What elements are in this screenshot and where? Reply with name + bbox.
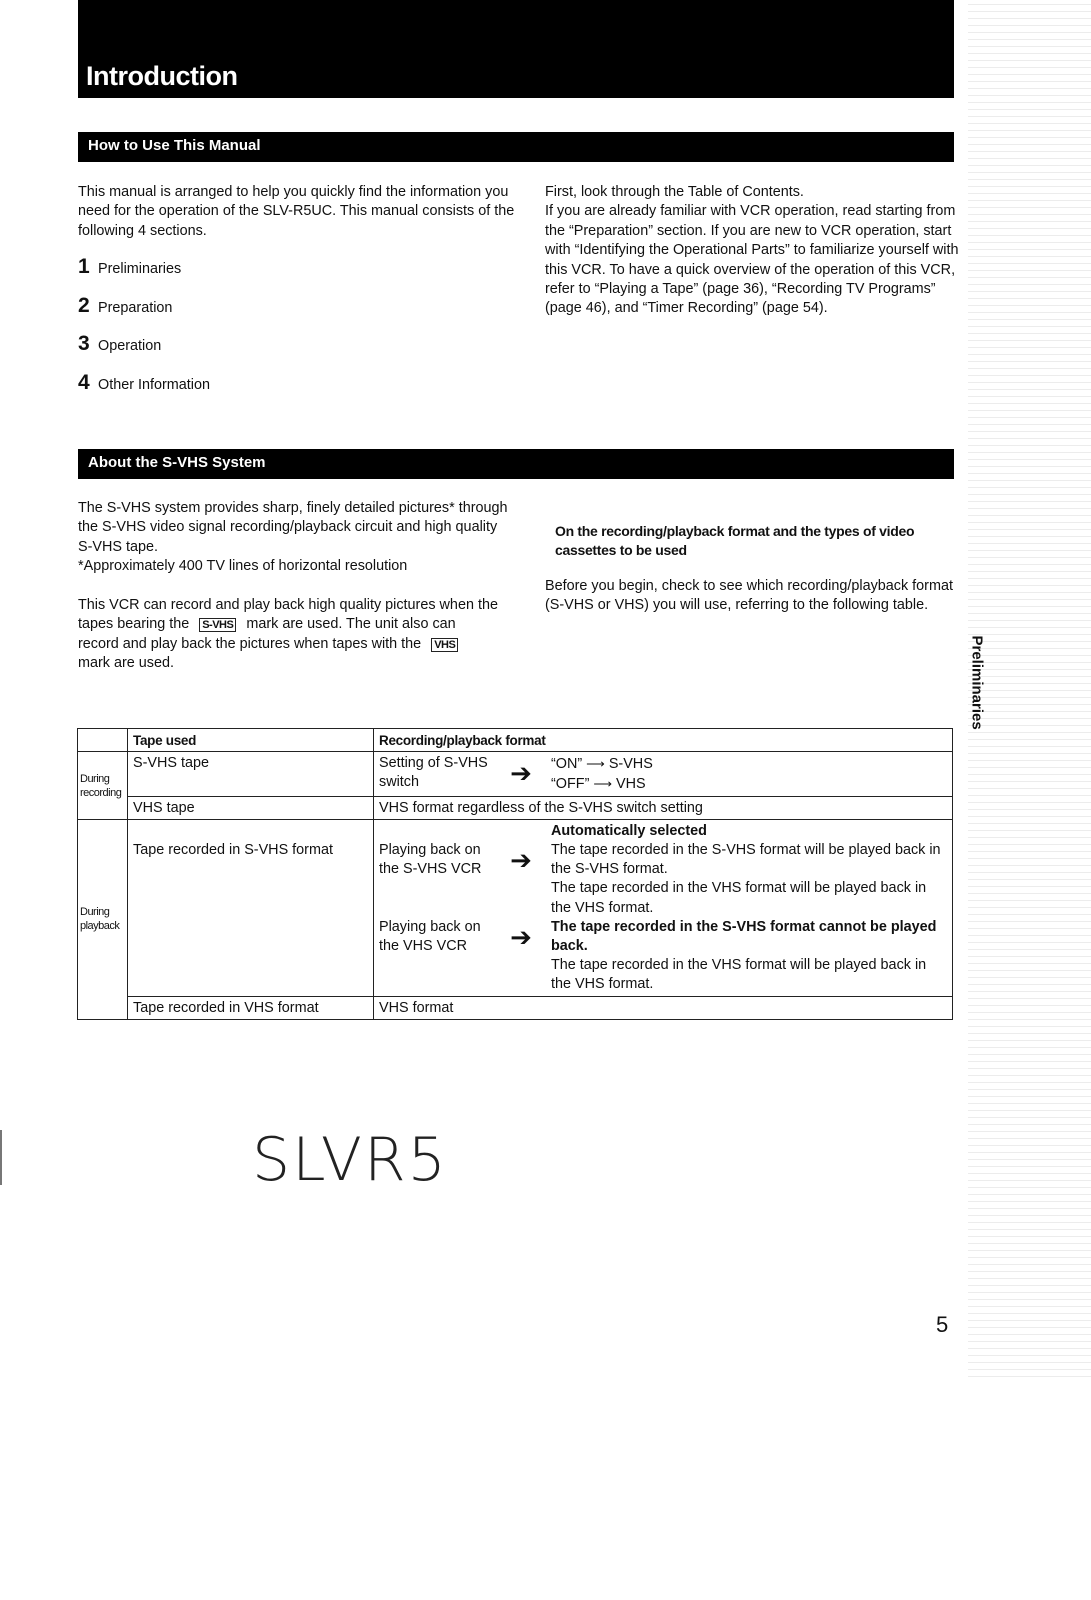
text-segment: mark are used. <box>78 655 174 672</box>
result-text: The tape recorded in the VHS format will… <box>551 957 927 993</box>
auto-selected-label: Automatically selected <box>551 822 707 839</box>
page-number: 5 <box>936 1312 949 1337</box>
handwritten-note: SLVR5 <box>252 1125 448 1195</box>
format-cell: Setting of S-VHS switch ➔ “ON” ⟶ S-VHS “OF… <box>373 751 953 797</box>
table-row: During playback Tape recorded in S-VHS f… <box>77 818 953 1020</box>
table-header-row: Tape used Recording/playback format <box>77 727 953 753</box>
tape-cell: S-VHS tape <box>127 751 374 797</box>
table-row: Tape recorded in VHS format VHS format <box>78 995 953 1020</box>
side-tab-label: Preliminaries <box>968 635 986 730</box>
title-band: Introduction <box>78 0 954 98</box>
section-name: Operation <box>98 338 162 355</box>
arrow-right-icon: ➔ <box>510 921 532 952</box>
section-number: 2 <box>78 293 90 317</box>
guidance-paragraph: First, look through the Table of Content… <box>545 184 959 317</box>
list-item: 1 Preliminaries <box>78 255 210 294</box>
footnote: *Approximately 400 TV lines of horizonta… <box>78 558 408 575</box>
tape-cell: Tape recorded in VHS format <box>127 995 374 1020</box>
side-tab-preliminaries: Preliminaries <box>962 635 986 748</box>
vhs-logo-text: VHS <box>434 638 456 651</box>
page-title: Introduction <box>86 61 238 91</box>
intro-paragraph: This manual is arranged to help you quic… <box>78 184 515 239</box>
header-format: Recording/playback format <box>373 727 953 753</box>
tape-cell: VHS tape <box>127 795 374 820</box>
format-cell: VHS format regardless of the S-VHS switc… <box>373 795 953 820</box>
before-you-begin-paragraph: Before you begin, check to see which rec… <box>545 578 953 614</box>
arrow-small-icon: ⟶ <box>586 756 605 772</box>
format-table: Tape used Recording/playback format Duri… <box>77 727 953 1020</box>
on-result: S-VHS <box>608 756 653 773</box>
tape-cell: Tape recorded in S-VHS format <box>127 818 374 997</box>
table-row: VHS tape VHS format regardless of the S-… <box>78 795 953 820</box>
section-number: 1 <box>78 255 90 278</box>
list-item: 4 Other Information <box>78 371 210 410</box>
svhs-paragraph: The S-VHS system provides sharp, finely … <box>78 499 508 577</box>
svhs-description: The S-VHS system provides sharp, finely … <box>78 500 508 555</box>
on-label: “ON” <box>551 756 583 773</box>
section-heading: About the S-VHS System <box>88 454 266 471</box>
group-label-playback: During playback <box>77 818 128 1020</box>
header-empty-cell <box>77 727 128 753</box>
table-row: During recording S-VHS tape Setting of S… <box>77 751 953 820</box>
format-cell: VHS format <box>373 995 953 1020</box>
vhs-vcr-results: The tape recorded in the S-VHS format ca… <box>551 918 947 995</box>
result-text: The tape recorded in the VHS format will… <box>551 880 927 916</box>
svhs-logo-mark: S-VHS <box>199 618 237 633</box>
section-name: Preliminaries <box>98 261 182 277</box>
svhs-logo-text: S-VHS <box>202 619 234 632</box>
list-item: 3 Operation <box>78 332 210 371</box>
svhs-vcr-results: The tape recorded in the S-VHS format wi… <box>551 841 947 918</box>
off-label: “OFF” <box>551 776 590 793</box>
arrow-right-icon: ➔ <box>510 845 532 876</box>
compatibility-paragraph: This VCR can record and play back high q… <box>78 596 498 674</box>
warning-text: The tape recorded in the S-VHS format ca… <box>551 918 937 955</box>
sections-list: 1 Preliminaries 2 Preparation 3 Operatio… <box>78 255 210 410</box>
section-number: 4 <box>78 371 90 395</box>
arrow-small-icon: ⟶ <box>593 776 612 792</box>
section-bar-svhs: About the S-VHS System <box>78 449 954 479</box>
svhs-vcr-label: Playing back on the S-VHS VCR <box>379 842 482 878</box>
switch-setting-label: Setting of S-VHS switch <box>379 755 488 791</box>
header-tape-used: Tape used <box>127 727 374 753</box>
section-heading: How to Use This Manual <box>88 137 261 154</box>
switch-results: “ON” ⟶ S-VHS “OFF” ⟶ VHS <box>551 754 947 794</box>
format-cell: Automatically selected Playing back on t… <box>373 818 953 997</box>
format-subheading: On the recording/playback format and the… <box>555 523 915 558</box>
list-item: 2 Preparation <box>78 294 210 333</box>
off-result: VHS <box>616 776 646 793</box>
section-number: 3 <box>78 332 90 356</box>
scan-noise-margin <box>968 0 1091 1380</box>
section-name: Other Information <box>98 377 210 394</box>
group-label-recording: During recording <box>77 751 128 820</box>
scan-edge-mark <box>0 1130 2 1185</box>
result-text: The tape recorded in the S-VHS format wi… <box>551 842 941 878</box>
vhs-logo-mark: VHS <box>431 637 459 652</box>
arrow-right-icon: ➔ <box>510 758 532 789</box>
section-name: Preparation <box>98 299 173 316</box>
section-bar-how-to-use: How to Use This Manual <box>78 132 954 162</box>
vhs-vcr-label: Playing back on the VHS VCR <box>379 918 481 955</box>
